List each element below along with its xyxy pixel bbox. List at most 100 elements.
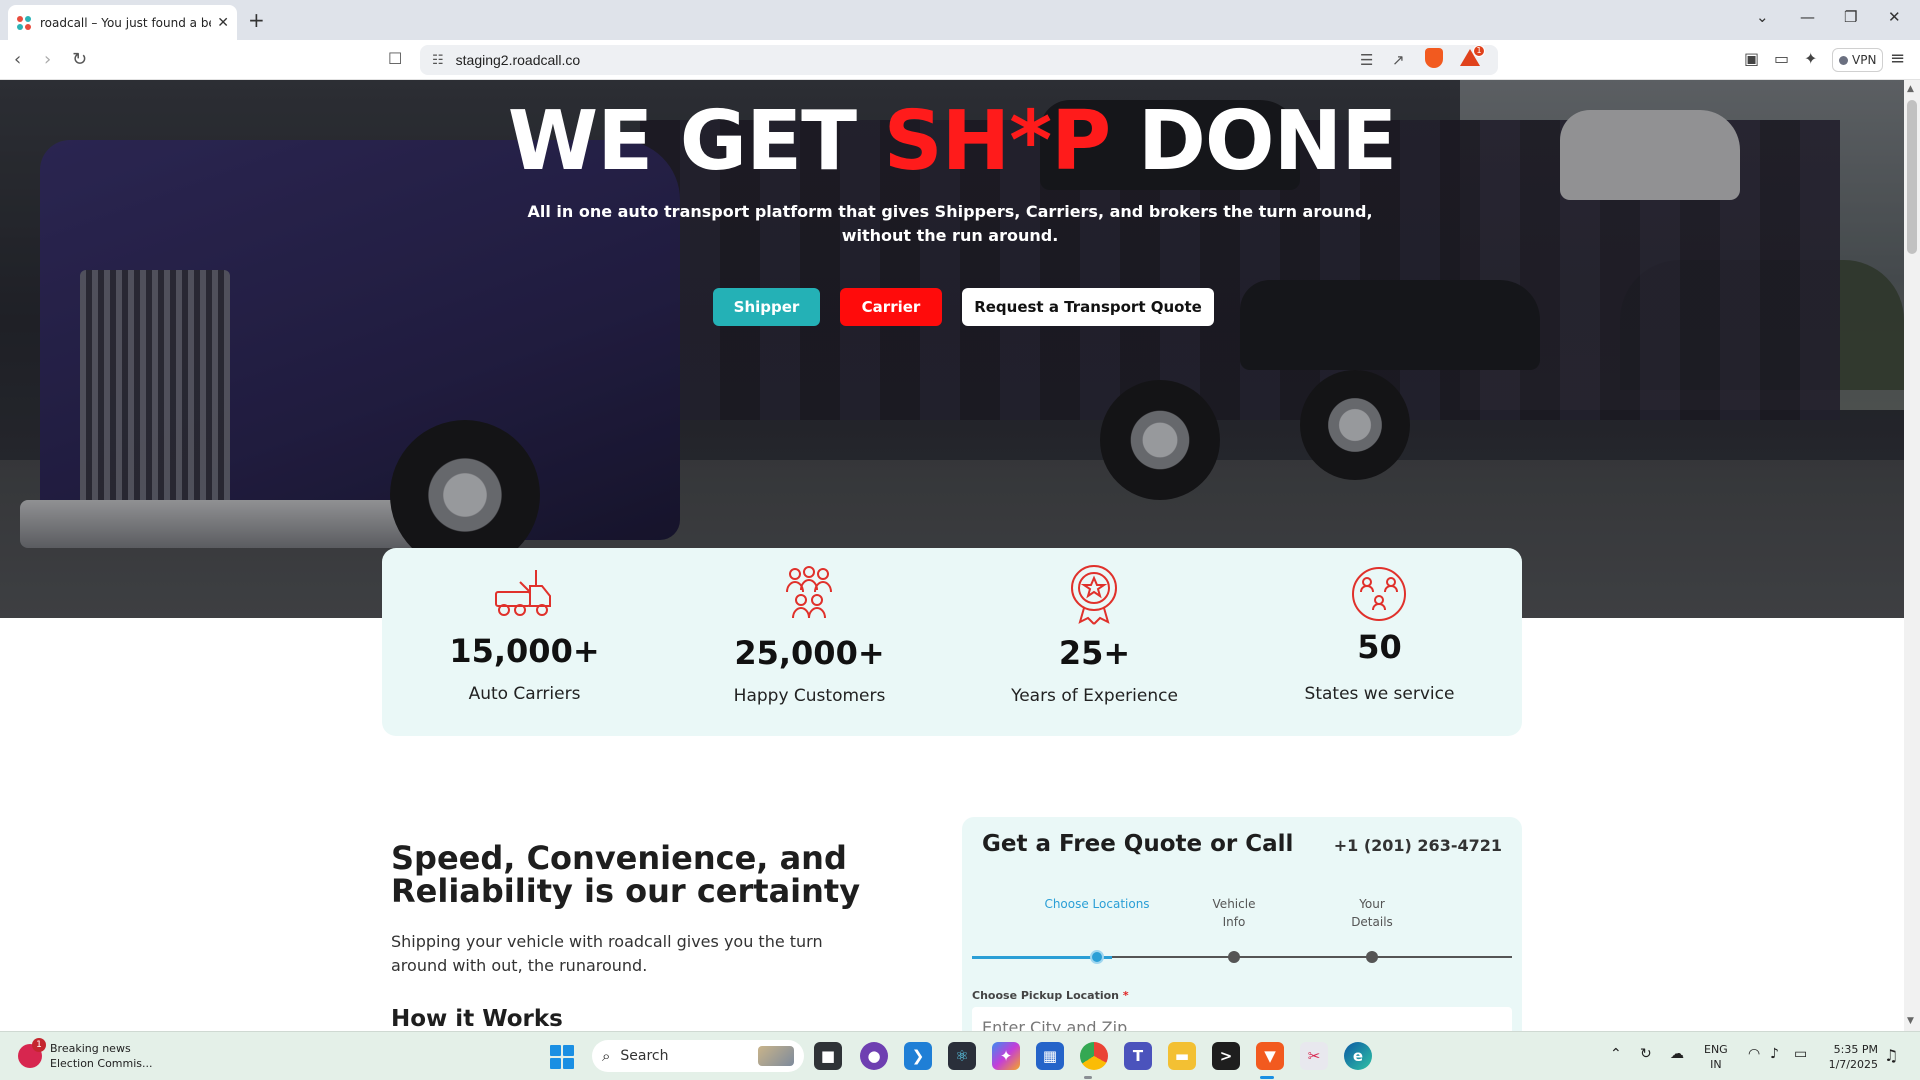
vscode-icon[interactable]: ❯ xyxy=(904,1042,932,1070)
copilot-icon[interactable]: ✦ xyxy=(992,1042,1020,1070)
roadcall-favicon-icon xyxy=(17,15,31,30)
phone-link[interactable]: +1 (201) 263-4721 xyxy=(1334,836,1502,855)
minimize-icon[interactable]: — xyxy=(1800,8,1815,26)
close-window-icon[interactable]: ✕ xyxy=(1888,8,1901,26)
hero-section: WE GET SH*P DONE All in one auto transpo… xyxy=(0,80,1904,618)
browser-toolbar: ‹ › ↻ ☐ ☷ staging2.roadcall.co ☰ ↗ 1 ▣ ▭… xyxy=(0,40,1920,80)
windows-taskbar: 1 Breaking news Election Commis... ⌕ Sea… xyxy=(0,1031,1920,1080)
taskbar-clock[interactable]: 5:35 PM 1/7/2025 xyxy=(1826,1042,1878,1072)
leo-ai-icon[interactable]: ✦ xyxy=(1804,49,1817,68)
onedrive-cloud-icon[interactable]: ☁ xyxy=(1670,1046,1684,1062)
hero-subtitle: All in one auto transport platform that … xyxy=(527,202,1373,245)
reload-icon[interactable]: ↻ xyxy=(72,49,87,70)
new-tab-icon[interactable]: + xyxy=(248,8,265,32)
site-settings-icon[interactable]: ☷ xyxy=(432,53,444,68)
pickup-label-text: Choose Pickup Location xyxy=(972,989,1119,1002)
vpn-button[interactable]: VPN xyxy=(1832,48,1884,72)
stat-label: Auto Carriers xyxy=(468,684,581,704)
edge-icon[interactable]: e xyxy=(1344,1042,1372,1070)
show-hidden-icons-chevron-icon[interactable]: ⌃ xyxy=(1610,1046,1622,1062)
about-title: Speed, Convenience, and Reliability is o… xyxy=(391,839,861,910)
car-carrier-truck-icon xyxy=(495,570,551,616)
quote-form-title: Get a Free Quote or Call xyxy=(982,831,1294,857)
vpn-label: VPN xyxy=(1852,53,1877,67)
back-icon[interactable]: ‹ xyxy=(14,49,21,70)
hero-title-part2: DONE xyxy=(1110,94,1397,189)
search-label: Search xyxy=(620,1048,669,1064)
stat-label: Happy Customers xyxy=(733,686,886,706)
step-dot-active xyxy=(1090,950,1104,964)
browser-tab-bar: roadcall – You just found a bett ✕ + ⌄ —… xyxy=(0,0,1920,40)
bookmark-icon[interactable]: ☐ xyxy=(388,49,402,68)
stat-happy-customers: 25,000+ Happy Customers xyxy=(667,548,952,736)
hero-title-accent: SH*P xyxy=(883,94,1112,189)
scrollbar-thumb[interactable] xyxy=(1907,100,1917,254)
language-code: ENG xyxy=(1704,1043,1728,1056)
tab-close-icon[interactable]: ✕ xyxy=(217,15,229,31)
stat-auto-carriers: 15,000+ Auto Carriers xyxy=(382,548,667,736)
sidebar-icon[interactable]: ▣ xyxy=(1744,49,1759,68)
award-star-icon xyxy=(1071,565,1117,625)
stat-label: Years of Experience xyxy=(1011,686,1178,706)
how-it-works-title: How it Works xyxy=(391,1006,563,1031)
notification-bell-icon[interactable]: ♫ xyxy=(1884,1046,1898,1065)
hero-title-part1: WE GET xyxy=(507,94,884,189)
browser-menu-icon[interactable]: ≡ xyxy=(1890,48,1905,69)
request-quote-button[interactable]: Request a Transport Quote xyxy=(962,288,1214,326)
step-choose-locations[interactable]: Choose Locations xyxy=(1042,895,1152,913)
chrome-icon[interactable] xyxy=(1080,1042,1108,1070)
store-icon[interactable]: ▦ xyxy=(1036,1042,1064,1070)
restore-icon[interactable]: ❐ xyxy=(1844,8,1857,26)
windows-start-icon[interactable] xyxy=(550,1045,574,1069)
tab-list-chevron-icon[interactable]: ⌄ xyxy=(1756,8,1769,26)
scroll-up-arrow-icon[interactable]: ▲ xyxy=(1907,84,1914,94)
battery-icon[interactable]: ▭ xyxy=(1794,1046,1807,1062)
volume-icon[interactable]: ♪ xyxy=(1770,1046,1779,1062)
shipper-button[interactable]: Shipper xyxy=(713,288,820,326)
news-text: Breaking news Election Commis... xyxy=(50,1041,153,1071)
wifi-icon[interactable]: ◠ xyxy=(1748,1046,1760,1062)
region-code: IN xyxy=(1710,1058,1722,1071)
news-widget[interactable]: 1 Breaking news Election Commis... xyxy=(18,1038,153,1071)
task-view-icon[interactable]: ■ xyxy=(814,1042,842,1070)
react-devtools-icon[interactable]: ⚛ xyxy=(948,1042,976,1070)
tab-title: roadcall – You just found a bett xyxy=(40,15,212,30)
scroll-down-arrow-icon[interactable]: ▼ xyxy=(1907,1016,1914,1026)
github-desktop-icon[interactable]: ● xyxy=(860,1042,888,1070)
pickup-location-input[interactable] xyxy=(972,1007,1512,1031)
page-viewport: WE GET SH*P DONE All in one auto transpo… xyxy=(0,80,1904,1031)
taskbar-search[interactable]: ⌕ Search xyxy=(592,1040,804,1072)
clock-time: 5:35 PM xyxy=(1833,1043,1878,1056)
teams-icon[interactable]: T xyxy=(1124,1042,1152,1070)
brave-shields-icon[interactable] xyxy=(1425,48,1443,68)
sync-icon[interactable]: ↻ xyxy=(1640,1046,1652,1062)
snipping-tool-icon[interactable]: ✂ xyxy=(1300,1042,1328,1070)
search-icon: ⌕ xyxy=(602,1047,611,1065)
address-bar[interactable]: ☷ staging2.roadcall.co ☰ ↗ xyxy=(420,45,1498,75)
reader-mode-icon[interactable]: ☰ xyxy=(1360,51,1373,69)
url-text[interactable]: staging2.roadcall.co xyxy=(456,52,581,68)
carrier-button[interactable]: Carrier xyxy=(840,288,942,326)
news-title: Breaking news xyxy=(50,1042,131,1055)
terminal-icon[interactable]: > xyxy=(1212,1042,1240,1070)
stat-value: 25+ xyxy=(1058,634,1131,672)
step-your-details[interactable]: Your Details xyxy=(1317,895,1427,931)
active-indicator xyxy=(1260,1076,1274,1079)
file-explorer-icon[interactable]: ▬ xyxy=(1168,1042,1196,1070)
forward-icon[interactable]: › xyxy=(44,49,51,70)
step-vehicle-info[interactable]: Vehicle Info xyxy=(1179,895,1289,931)
stat-value: 50 xyxy=(1357,628,1402,666)
stat-states: 50 States we service xyxy=(1237,548,1522,736)
wallet-icon[interactable]: ▭ xyxy=(1774,49,1789,68)
people-group-icon xyxy=(786,566,832,619)
share-icon[interactable]: ↗ xyxy=(1392,51,1405,69)
pickup-location-label: Choose Pickup Location * xyxy=(972,989,1129,1002)
running-indicator xyxy=(1084,1076,1092,1079)
stat-value: 15,000+ xyxy=(449,632,600,670)
quote-form-card: Get a Free Quote or Call +1 (201) 263-47… xyxy=(962,817,1522,1031)
language-indicator[interactable]: ENG IN xyxy=(1704,1042,1728,1072)
browser-tab[interactable]: roadcall – You just found a bett ✕ xyxy=(8,5,237,40)
brave-taskbar-icon[interactable]: ▼ xyxy=(1256,1042,1284,1070)
required-mark: * xyxy=(1122,989,1129,1002)
stat-years-experience: 25+ Years of Experience xyxy=(952,548,1237,736)
